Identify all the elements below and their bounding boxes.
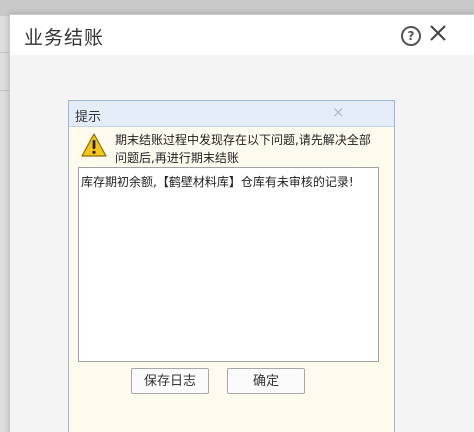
prompt-close-icon[interactable]: × — [332, 103, 345, 121]
warning-icon — [81, 133, 107, 157]
prompt-titlebar: 提示 × — [69, 101, 394, 127]
business-closing-dialog: 业务结账 ? 提示 × 期末结账过程中发现存在以下问题,请先解决全部问题后,再进… — [9, 14, 474, 432]
prompt-message: 期末结账过程中发现存在以下问题,请先解决全部问题后,再进行期末结账 — [115, 133, 371, 165]
confirm-button[interactable]: 确定 — [227, 368, 305, 394]
dialog-header: 业务结账 ? — [10, 15, 474, 55]
prompt-title: 提示 — [75, 110, 102, 125]
dialog-title: 业务结账 — [24, 27, 105, 49]
help-icon[interactable]: ? — [401, 26, 421, 46]
log-textarea[interactable]: 库存期初余额,【鹤壁材料库】仓库有未审核的记录! — [78, 167, 379, 362]
close-icon[interactable] — [428, 23, 448, 43]
prompt-dialog: 提示 × 期末结账过程中发现存在以下问题,请先解决全部问题后,再进行期末结账 库… — [68, 100, 395, 432]
save-log-button[interactable]: 保存日志 — [131, 368, 209, 394]
